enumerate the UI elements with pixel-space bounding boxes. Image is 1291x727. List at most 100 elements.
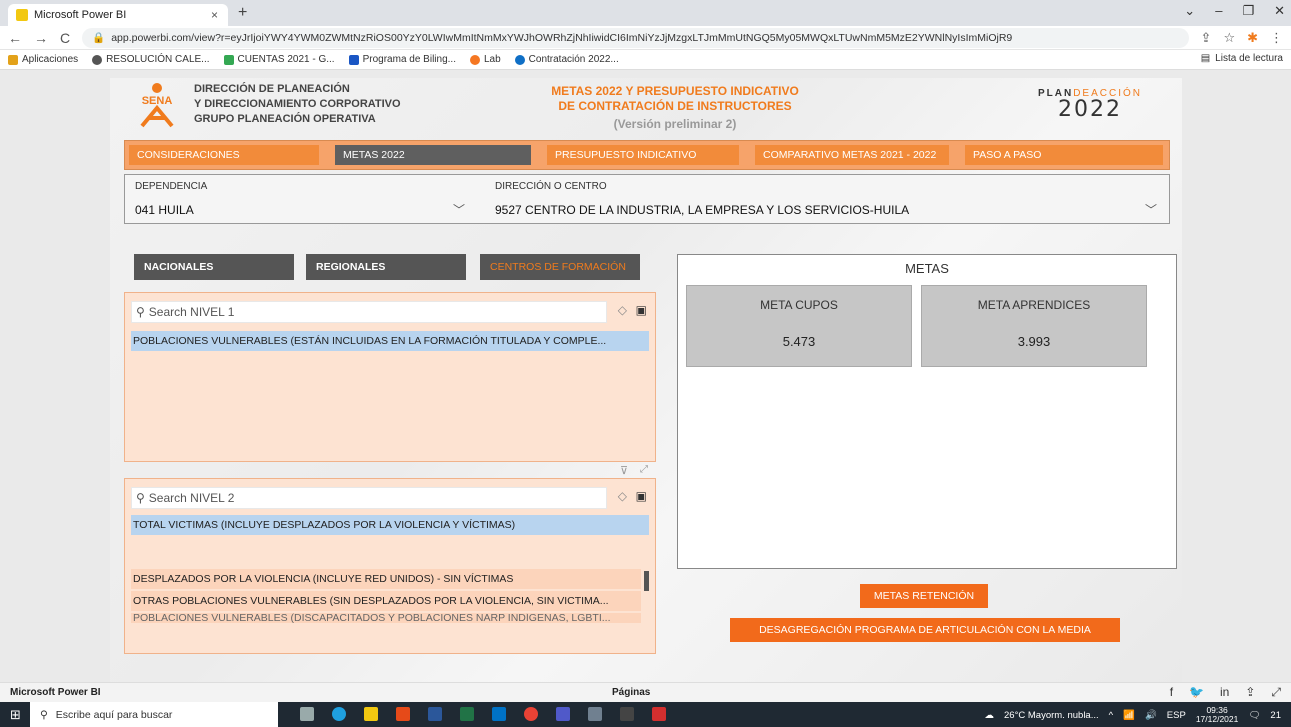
filter-icon[interactable]: ⊽ (620, 464, 628, 477)
tab-title: Microsoft Power BI (34, 9, 127, 21)
report-title-block: METAS 2022 Y PRESUPUESTO INDICATIVO DE C… (510, 84, 840, 132)
org-line-3: GRUPO PLANEACIÓN OPERATIVA (194, 113, 376, 125)
nav-consideraciones[interactable]: CONSIDERACIONES (129, 145, 319, 165)
chevron-down-icon[interactable]: ﹀ (1145, 201, 1157, 218)
meta-aprendices-card: META APRENDICES 3.993 (921, 285, 1147, 367)
task-view-icon[interactable] (300, 707, 314, 721)
nav-comparativo[interactable]: COMPARATIVO METAS 2021 - 2022 (755, 145, 949, 165)
notifications-icon[interactable]: 🗨 (1248, 710, 1260, 721)
globe-icon (92, 54, 103, 65)
forward-arrow-icon[interactable]: → (34, 30, 48, 46)
nav-paso-a-paso[interactable]: PASO A PASO (965, 145, 1163, 165)
meta-cupos-value: 5.473 (782, 334, 816, 349)
dependencia-dropdown[interactable]: 041 HUILA (135, 203, 194, 217)
minimize-icon[interactable]: – (1215, 3, 1222, 19)
bookmark-contratacion[interactable]: Contratación 2022... (514, 54, 619, 65)
search-icon: ⚲ (136, 491, 145, 505)
network-icon[interactable]: 📶 (1123, 710, 1135, 721)
search-nivel-2-input[interactable]: ⚲ Search NIVEL 2 (131, 487, 607, 509)
eraser-icon[interactable]: ◇ (618, 303, 627, 317)
browser-tab[interactable]: Microsoft Power BI × (8, 4, 228, 26)
facebook-icon[interactable]: f (1170, 685, 1173, 700)
centro-label: DIRECCIÓN O CENTRO (495, 181, 607, 192)
nav-presupuesto[interactable]: PRESUPUESTO INDICATIVO (547, 145, 739, 165)
sena-extension-icon[interactable]: ✱ (1247, 30, 1258, 46)
pages-button[interactable]: Páginas (612, 687, 650, 698)
excel-icon[interactable] (460, 707, 474, 721)
search-nivel-2-placeholder: Search NIVEL 2 (148, 491, 235, 505)
bookmark-cuentas[interactable]: CUENTAS 2021 - G... (223, 54, 335, 65)
taskbar-search-placeholder: Escribe aquí para buscar (55, 708, 173, 721)
nacionales-button[interactable]: NACIONALES (134, 254, 294, 280)
app-icon[interactable] (620, 707, 634, 721)
select-all-icon[interactable]: ▣ (636, 303, 647, 317)
chevron-down-icon[interactable]: ﹀ (453, 201, 465, 218)
dependencia-label: DEPENDENCIA (135, 181, 208, 192)
plan-year: 2022 (1057, 97, 1122, 122)
select-all-icon[interactable]: ▣ (636, 489, 647, 503)
star-icon[interactable]: ☆ (1223, 30, 1235, 46)
search-nivel-1-input[interactable]: ⚲ Search NIVEL 1 (131, 301, 607, 323)
search-nivel-1-placeholder: Search NIVEL 1 (148, 305, 235, 319)
teams-icon[interactable] (556, 707, 570, 721)
clock[interactable]: 09:36 17/12/2021 (1196, 706, 1239, 724)
scrollbar-thumb[interactable] (644, 571, 649, 591)
metas-retencion-button[interactable]: METAS RETENCIÓN (860, 584, 988, 608)
report-title-line-2: DE CONTRATACIÓN DE INSTRUCTORES (558, 99, 792, 113)
bookmark-programa[interactable]: Programa de Biling... (348, 54, 456, 65)
close-window-icon[interactable]: ✕ (1274, 3, 1285, 19)
url-field[interactable]: 🔒 app.powerbi.com/view?r=eyJrIjoiYWY4YWM… (82, 27, 1189, 48)
file-explorer-icon[interactable] (364, 707, 378, 721)
twitter-icon[interactable]: 🐦 (1189, 685, 1204, 700)
list-item[interactable]: DESPLAZADOS POR LA VIOLENCIA (INCLUYE RE… (131, 569, 641, 589)
list-item[interactable]: POBLACIONES VULNERABLES (ESTÁN INCLUIDAS… (131, 331, 649, 351)
edge-icon[interactable] (332, 707, 346, 721)
taskbar-apps (300, 707, 666, 721)
centros-formacion-button[interactable]: CENTROS DE FORMACIÓN (480, 254, 640, 280)
tab-search-icon[interactable]: ⌄ (1184, 3, 1195, 19)
list-item[interactable]: POBLACIONES VULNERABLES (DISCAPACITADOS … (131, 613, 641, 623)
menu-icon[interactable]: ⋮ (1270, 30, 1283, 46)
tray-chevron-icon[interactable]: ^ (1109, 710, 1113, 721)
restore-icon[interactable]: ❐ (1242, 3, 1254, 19)
weather-text[interactable]: 26°C Mayorm. nubla... (1004, 710, 1099, 721)
sena-logo: SENA (140, 83, 174, 128)
outlook-icon[interactable] (492, 707, 506, 721)
desagregacion-button[interactable]: DESAGREGACIÓN PROGRAMA DE ARTICULACIÓN C… (730, 618, 1120, 642)
linkedin-icon[interactable]: in (1220, 685, 1229, 700)
onedrive-icon (514, 54, 525, 65)
acrobat-icon[interactable] (652, 707, 666, 721)
share-icon[interactable]: ⇪ (1245, 685, 1255, 700)
calendar-icon (348, 54, 359, 65)
centro-dropdown[interactable]: 9527 CENTRO DE LA INDUSTRIA, LA EMPRESA … (495, 203, 909, 217)
reading-list[interactable]: ▤ Lista de lectura (1201, 53, 1283, 64)
regionales-button[interactable]: REGIONALES (306, 254, 466, 280)
calculator-icon[interactable] (588, 707, 602, 721)
nav-metas-2022[interactable]: METAS 2022 (335, 145, 531, 165)
bookmark-lab[interactable]: Lab (469, 54, 501, 65)
page-navbar: CONSIDERACIONES METAS 2022 PRESUPUESTO I… (124, 140, 1170, 170)
tab-close-icon[interactable]: × (211, 8, 218, 22)
word-icon[interactable] (428, 707, 442, 721)
bookmark-apps[interactable]: Aplicaciones (8, 54, 78, 65)
list-item[interactable]: OTRAS POBLACIONES VULNERABLES (SIN DESPL… (131, 591, 641, 611)
powerbi-footer: Microsoft Power BI Páginas f 🐦 in ⇪ ⤢ (0, 682, 1291, 702)
office-icon[interactable] (396, 707, 410, 721)
eraser-icon[interactable]: ◇ (618, 489, 627, 503)
bookmark-resolucion[interactable]: RESOLUCIÓN CALE... (92, 54, 210, 65)
list-item[interactable]: TOTAL VICTIMAS (INCLUYE DESPLAZADOS POR … (131, 515, 649, 535)
volume-icon[interactable]: 🔊 (1145, 710, 1157, 721)
meta-cupos-label: META CUPOS (760, 298, 838, 312)
back-arrow-icon[interactable]: ← (8, 30, 22, 46)
taskbar-search-input[interactable]: ⚲ Escribe aquí para buscar (30, 702, 278, 727)
system-tray: ☁ 26°C Mayorm. nubla... ^ 📶 🔊 ESP 09:36 … (985, 706, 1281, 724)
apps-grid-icon (8, 54, 18, 65)
language-indicator[interactable]: ESP (1167, 710, 1186, 721)
share-icon[interactable]: ⇪ (1201, 30, 1212, 46)
chrome-icon[interactable] (524, 707, 538, 721)
focus-mode-icon[interactable]: ⤢ (640, 464, 648, 475)
reload-icon[interactable]: C (60, 30, 70, 46)
fullscreen-icon[interactable]: ⤢ (1271, 685, 1281, 700)
windows-start-icon[interactable]: ⊞ (10, 707, 21, 723)
new-tab-icon[interactable]: + (238, 4, 247, 22)
